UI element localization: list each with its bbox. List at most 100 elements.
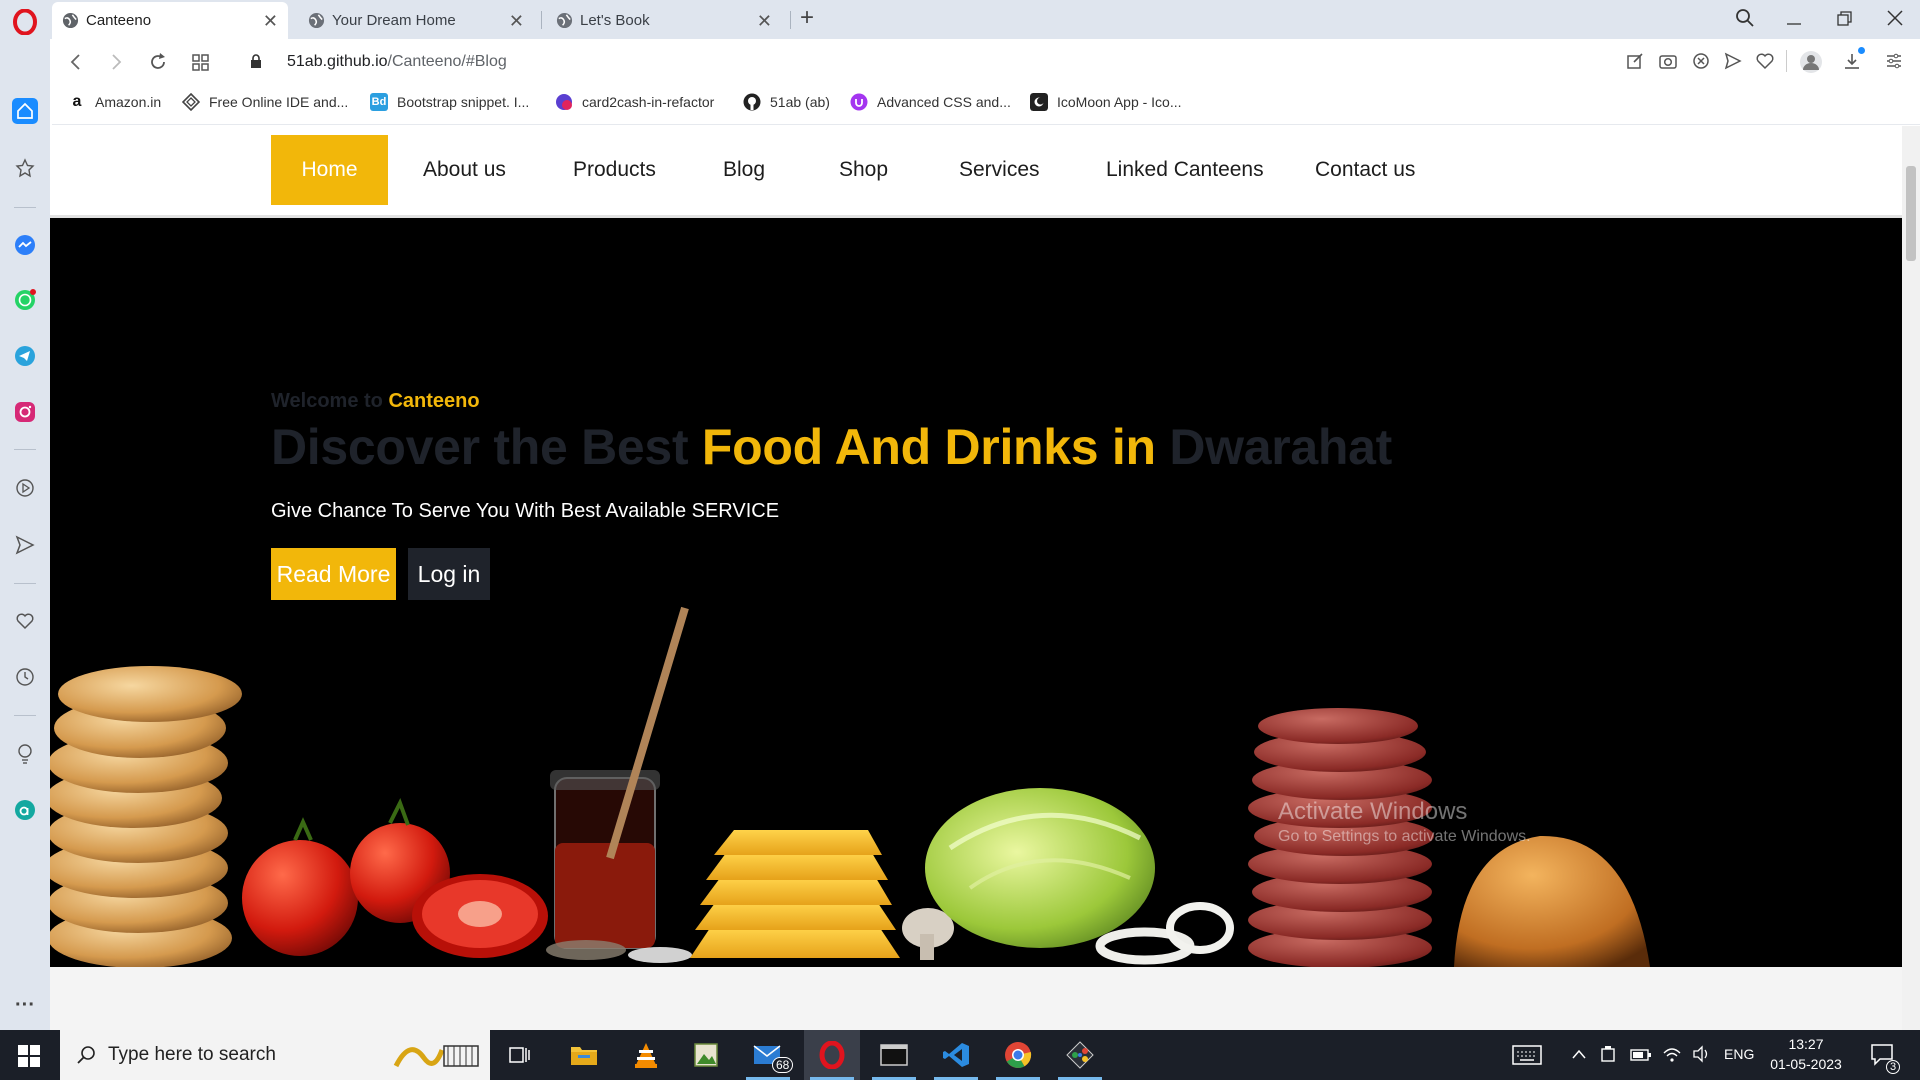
headline-highlight: Food And Drinks in	[701, 419, 1170, 475]
scrollbar-thumb[interactable]	[1906, 166, 1916, 261]
bookmark-free-online-ide[interactable]: Free Online IDE and...	[182, 93, 348, 111]
keyboard-icon[interactable]	[1512, 1044, 1542, 1066]
tab-canteeno[interactable]: Canteeno ✕	[52, 2, 288, 39]
login-button[interactable]: Log in	[408, 548, 490, 600]
battery-icon[interactable]	[1630, 1048, 1652, 1062]
image-viewer-icon[interactable]	[678, 1030, 734, 1080]
device-icon[interactable]	[1600, 1045, 1616, 1065]
minimize-icon[interactable]	[1785, 10, 1803, 28]
close-tab-icon[interactable]: ✕	[757, 11, 772, 32]
adblock-icon[interactable]	[1692, 52, 1710, 70]
home-icon[interactable]	[12, 98, 38, 124]
url-field[interactable]: 51ab.github.io/Canteeno/#Blog	[287, 53, 507, 71]
clock-date: 01-05-2023	[1770, 1056, 1842, 1072]
opera-logo-icon[interactable]	[11, 8, 39, 36]
close-tab-icon[interactable]: ✕	[509, 11, 524, 32]
nav-contact-us[interactable]: Contact us	[1315, 135, 1415, 205]
player-icon[interactable]	[12, 475, 38, 501]
messenger-icon[interactable]	[12, 232, 38, 258]
history-clock-icon[interactable]	[12, 664, 38, 690]
downloads-icon[interactable]	[1843, 52, 1861, 70]
mail-badge: 68	[772, 1057, 794, 1073]
windows-start-icon[interactable]	[18, 1045, 40, 1067]
vscode-icon[interactable]	[928, 1030, 984, 1080]
instagram-icon[interactable]	[12, 399, 38, 425]
profile-avatar-icon[interactable]	[1799, 50, 1823, 74]
forward-icon[interactable]	[108, 53, 124, 71]
nav-linked-canteens[interactable]: Linked Canteens	[1106, 135, 1264, 205]
download-indicator-dot	[1858, 47, 1865, 54]
hero-welcome: Welcome to Canteeno	[271, 390, 480, 413]
nav-home[interactable]: Home	[271, 135, 388, 205]
bookmark-bootstrap-snippet[interactable]: Bd Bootstrap snippet. I...	[370, 93, 529, 111]
read-more-button[interactable]: Read More	[271, 548, 396, 600]
lock-icon[interactable]	[250, 54, 262, 69]
ide-icon	[182, 93, 200, 111]
bookmark-label: Bootstrap snippet. I...	[397, 94, 530, 110]
flow-icon[interactable]	[12, 532, 38, 558]
welcome-prefix: Welcome to	[271, 390, 389, 412]
nav-services[interactable]: Services	[959, 135, 1040, 205]
more-options-icon[interactable]: ···	[12, 992, 38, 1018]
bookmark-advanced-css[interactable]: Advanced CSS and...	[850, 93, 1011, 111]
sidebar-separator	[14, 715, 36, 716]
tab-separator	[541, 11, 542, 29]
opera-taskbar-icon[interactable]	[804, 1030, 860, 1080]
search-icon	[77, 1046, 95, 1064]
nav-about-us[interactable]: About us	[423, 135, 506, 205]
taskbar-search-box[interactable]: Type here to search	[60, 1030, 490, 1080]
git-tool-icon[interactable]	[1052, 1030, 1108, 1080]
file-explorer-icon[interactable]	[556, 1030, 612, 1080]
vlc-icon[interactable]	[618, 1030, 674, 1080]
volume-icon[interactable]	[1692, 1045, 1712, 1063]
url-host: 51ab.github.io	[287, 53, 388, 70]
tab-lets-book[interactable]: Let's Book ✕	[546, 2, 782, 39]
card2cash-icon	[556, 94, 572, 110]
bookmark-icomoon[interactable]: IcoMoon App - Ico...	[1030, 93, 1182, 111]
nav-blog[interactable]: Blog	[723, 135, 765, 205]
whatsapp-icon[interactable]	[12, 287, 38, 313]
send-icon[interactable]	[1724, 52, 1742, 70]
notification-count-badge: 3	[1886, 1060, 1901, 1074]
lightbulb-icon[interactable]	[12, 741, 38, 767]
close-window-icon[interactable]	[1886, 9, 1904, 27]
mail-icon[interactable]: 68	[740, 1030, 796, 1080]
snapshot-edit-icon[interactable]	[1626, 52, 1644, 70]
bookmark-amazon[interactable]: a Amazon.in	[68, 93, 162, 111]
search-tabs-icon[interactable]	[1735, 8, 1755, 28]
chevron-up-icon[interactable]	[1572, 1048, 1586, 1060]
camera-icon[interactable]	[1659, 52, 1677, 70]
wifi-icon[interactable]	[1662, 1045, 1682, 1063]
close-tab-icon[interactable]: ✕	[263, 11, 278, 32]
globe-icon	[308, 12, 325, 29]
page-scrollbar[interactable]	[1902, 126, 1920, 1030]
chrome-icon[interactable]	[990, 1030, 1046, 1080]
tab-your-dream-home[interactable]: Your Dream Home ✕	[298, 2, 534, 39]
pinboard-heart-icon[interactable]	[12, 608, 38, 634]
language-indicator[interactable]: ENG	[1724, 1046, 1754, 1062]
telegram-icon[interactable]	[12, 343, 38, 369]
bookmark-github-51ab[interactable]: 51ab (ab)	[743, 93, 830, 111]
bookmark-card2cash[interactable]: card2cash-in-refactor	[555, 93, 714, 111]
windows-taskbar: Type here to search 68 ENG 13:27 01-05-2…	[0, 1030, 1920, 1080]
back-icon[interactable]	[68, 53, 84, 71]
taskbar-clock[interactable]: 13:27 01-05-2023	[1760, 1034, 1852, 1074]
task-view-icon[interactable]	[492, 1030, 548, 1080]
star-icon[interactable]	[12, 155, 38, 181]
opera-sidebar: ···	[0, 39, 50, 1030]
reload-icon[interactable]	[148, 52, 168, 72]
speed-dial-icon[interactable]	[192, 54, 210, 72]
restore-icon[interactable]	[1836, 10, 1854, 28]
bookmark-label: card2cash-in-refactor	[582, 94, 715, 110]
easy-setup-icon[interactable]	[1885, 52, 1903, 70]
toolbar-separator	[1786, 50, 1787, 72]
activate-windows-watermark: Activate Windows Go to Settings to activ…	[1278, 798, 1531, 846]
nav-products[interactable]: Products	[573, 135, 656, 205]
terminal-icon[interactable]	[866, 1030, 922, 1080]
new-tab-button[interactable]: +	[800, 4, 814, 32]
sidebar-separator	[14, 583, 36, 584]
site-navbar: Home About us Products Blog Shop Service…	[50, 126, 1902, 218]
heart-icon[interactable]	[1756, 52, 1774, 70]
nav-shop[interactable]: Shop	[839, 135, 888, 205]
amazon-sidebar-icon[interactable]	[12, 797, 38, 823]
